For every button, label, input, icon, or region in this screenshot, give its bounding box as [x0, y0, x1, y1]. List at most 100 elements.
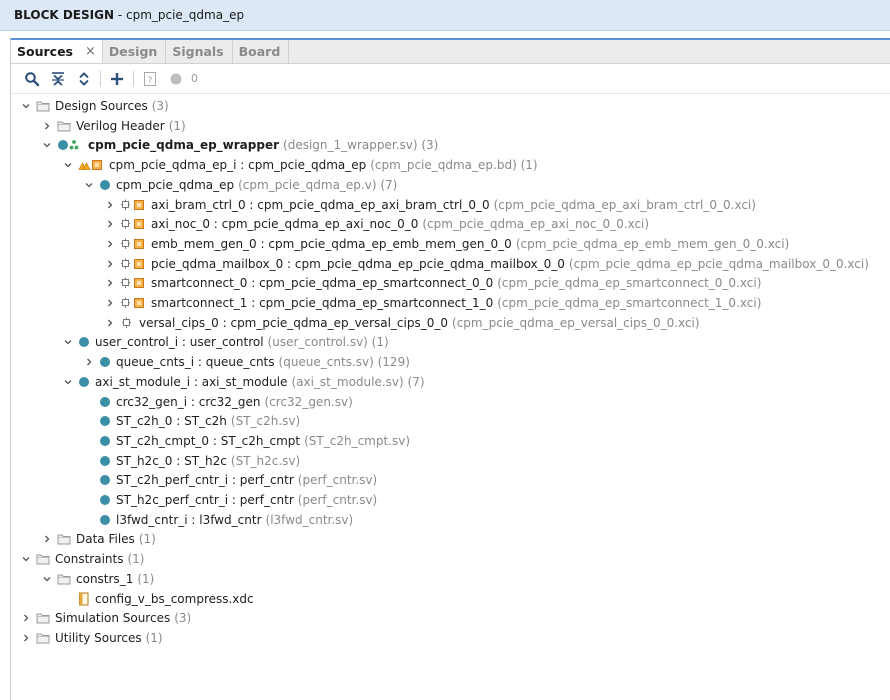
- ip-core-icon: [120, 218, 146, 230]
- hierarchy-help-icon[interactable]: ?: [137, 67, 163, 91]
- chevron-down-icon[interactable]: [62, 332, 74, 352]
- chevron-right-icon[interactable]: [41, 529, 53, 549]
- expand-all-icon[interactable]: [71, 67, 97, 91]
- tree-row[interactable]: cpm_pcie_qdma_ep (cpm_pcie_qdma_ep.v) (7): [83, 175, 397, 195]
- tree-row[interactable]: ST_c2h_cmpt_0 : ST_c2h_cmpt (ST_c2h_cmpt.…: [83, 431, 410, 451]
- tree-row[interactable]: smartconnect_1 : cpm_pcie_qdma_ep_smartc…: [104, 293, 761, 313]
- module-icon: [99, 396, 111, 408]
- chevron-right-icon[interactable]: [104, 313, 116, 333]
- tree-row[interactable]: user_control_i : user_control (user_contr…: [62, 332, 389, 352]
- tab-design[interactable]: Design: [103, 40, 167, 63]
- tree-item-name: emb_mem_gen_0 : cpm_pcie_qdma_ep_emb_mem…: [151, 236, 512, 251]
- tree-row[interactable]: config_v_bs_compress.xdc: [62, 589, 254, 609]
- tree-item-name: queue_cnts_i : queue_cnts: [116, 355, 275, 370]
- tree-row[interactable]: ST_h2c_0 : ST_h2c (ST_h2c.sv): [83, 451, 300, 471]
- chevron-down-icon[interactable]: [83, 175, 95, 195]
- tab-sources-label: Sources: [17, 44, 73, 59]
- chevron-right-icon[interactable]: [20, 628, 32, 648]
- add-sources-icon[interactable]: [104, 67, 130, 91]
- tree-row[interactable]: ST_h2c_perf_cntr_i : perf_cntr (perf_cntr…: [83, 490, 377, 510]
- tree-item-name: crc32_gen_i : crc32_gen: [116, 394, 261, 409]
- tree-item-detail: (3): [151, 99, 169, 113]
- tab-bar: Sources × Design Signals Board: [11, 40, 890, 64]
- tree-row[interactable]: Verilog Header (1): [41, 116, 186, 136]
- tree-item-name: versal_cips_0 : cpm_pcie_qdma_ep_versal_…: [139, 315, 449, 330]
- tree-item-name: constrs_1: [76, 571, 134, 586]
- tree-row[interactable]: axi_st_module_i : axi_st_module (axi_st_m…: [62, 372, 425, 392]
- chevron-right-icon[interactable]: [20, 608, 32, 628]
- module-icon: [99, 356, 111, 368]
- tree-row[interactable]: axi_noc_0 : cpm_pcie_qdma_ep_axi_noc_0_0…: [104, 214, 649, 234]
- ip-core-icon: [120, 277, 146, 289]
- close-icon[interactable]: ×: [85, 44, 96, 59]
- tree-row[interactable]: Data Files (1): [41, 529, 156, 549]
- chevron-right-icon[interactable]: [104, 234, 116, 254]
- chevron-right-icon[interactable]: [104, 293, 116, 313]
- chevron-down-icon[interactable]: [62, 155, 74, 175]
- chevron-right-icon[interactable]: [104, 195, 116, 215]
- chevron-down-icon[interactable]: [41, 569, 53, 589]
- collapse-all-icon[interactable]: [45, 67, 71, 91]
- tree-item-name: ST_h2c_perf_cntr_i : perf_cntr: [116, 493, 294, 507]
- tree-item-name: ST_h2c_0 : ST_h2c: [116, 453, 227, 468]
- chevron-right-icon[interactable]: [104, 273, 116, 293]
- tree-row[interactable]: cpm_pcie_qdma_ep_wrapper (design_1_wrappe…: [41, 135, 438, 155]
- tree-item-name: axi_bram_ctrl_0 : cpm_pcie_qdma_ep_axi_b…: [151, 197, 490, 212]
- tree-item-name: Simulation Sources: [55, 611, 171, 626]
- tree-item-detail: (1): [168, 118, 186, 133]
- tree-row[interactable]: Constraints (1): [20, 549, 144, 569]
- chevron-right-icon[interactable]: [104, 254, 116, 274]
- tree-item-name: Data Files: [76, 532, 135, 547]
- folder-icon: [36, 100, 50, 112]
- tree-row[interactable]: crc32_gen_i : crc32_gen (crc32_gen.sv): [83, 392, 353, 412]
- module-icon: [78, 376, 90, 388]
- tree-row[interactable]: pcie_qdma_mailbox_0 : cpm_pcie_qdma_ep_p…: [104, 254, 869, 274]
- tree-row[interactable]: emb_mem_gen_0 : cpm_pcie_qdma_ep_emb_mem…: [104, 234, 789, 254]
- tree-row[interactable]: smartconnect_0 : cpm_pcie_qdma_ep_smartc…: [104, 273, 761, 293]
- folder-icon: [36, 553, 50, 565]
- tree-item-name: Design Sources: [55, 99, 148, 113]
- chevron-down-icon[interactable]: [20, 549, 32, 569]
- chevron-right-icon[interactable]: [83, 352, 95, 372]
- tree-item-name: cpm_pcie_qdma_ep_wrapper: [88, 138, 280, 153]
- tree-row[interactable]: Utility Sources (1): [20, 628, 163, 648]
- tree-row[interactable]: versal_cips_0 : cpm_pcie_qdma_ep_versal_…: [104, 313, 700, 333]
- toolbar-separator: [133, 70, 134, 87]
- chevron-down-icon[interactable]: [62, 372, 74, 392]
- tree-item-name: Utility Sources: [55, 630, 142, 645]
- tree-item-detail: (cpm_pcie_qdma_ep_pcie_qdma_mailbox_0_0.…: [568, 256, 869, 271]
- tree-row[interactable]: ST_c2h_0 : ST_c2h (ST_c2h.sv): [83, 411, 300, 431]
- tree-item-detail: (crc32_gen.sv): [264, 394, 353, 409]
- tree-row[interactable]: Simulation Sources (3): [20, 608, 191, 628]
- chevron-down-icon[interactable]: [20, 96, 32, 116]
- tab-board[interactable]: Board: [233, 40, 290, 63]
- tree-item-detail: (user_control.sv) (1): [267, 335, 389, 350]
- tree-row[interactable]: axi_bram_ctrl_0 : cpm_pcie_qdma_ep_axi_b…: [104, 195, 756, 215]
- chevron-down-icon[interactable]: [41, 135, 53, 155]
- tree-item-detail: (ST_c2h_cmpt.sv): [304, 433, 411, 448]
- tree-row[interactable]: constrs_1 (1): [41, 569, 154, 589]
- chevron-right-icon[interactable]: [104, 214, 116, 234]
- tree-row[interactable]: l3fwd_cntr_i : l3fwd_cntr (l3fwd_cntr.sv): [83, 510, 353, 530]
- tree-item-name: axi_st_module_i : axi_st_module: [95, 374, 288, 389]
- status-count: 0: [191, 72, 198, 85]
- tree-row[interactable]: ST_c2h_perf_cntr_i : perf_cntr (perf_cntr…: [83, 470, 377, 490]
- module-icon: [99, 494, 111, 506]
- tree-item-name: cpm_pcie_qdma_ep_i : cpm_pcie_qdma_ep: [109, 158, 367, 173]
- tree-item-detail: (cpm_pcie_qdma_ep_smartconnect_0_0.xci): [497, 276, 762, 291]
- tree-row[interactable]: Design Sources (3): [20, 96, 169, 116]
- search-icon[interactable]: [19, 67, 45, 91]
- tab-signals[interactable]: Signals: [166, 40, 233, 63]
- tree-item-detail: (cpm_pcie_qdma_ep_axi_noc_0_0.xci): [422, 217, 650, 232]
- tab-sources[interactable]: Sources ×: [11, 40, 103, 63]
- tree-row[interactable]: cpm_pcie_qdma_ep_i : cpm_pcie_qdma_ep (cp…: [62, 155, 538, 175]
- ip-core-icon: [120, 297, 146, 309]
- tree-item-name: cpm_pcie_qdma_ep: [116, 177, 235, 192]
- tree-row[interactable]: queue_cnts_i : queue_cnts (queue_cnts.sv)…: [83, 352, 410, 372]
- chevron-right-icon[interactable]: [41, 116, 53, 136]
